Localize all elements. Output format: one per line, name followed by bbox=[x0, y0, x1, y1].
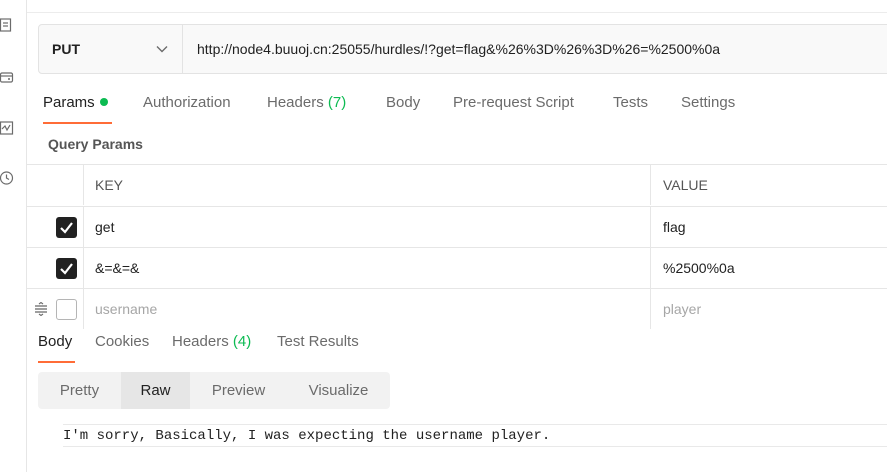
param-key-field[interactable]: &=&=& bbox=[84, 248, 651, 288]
param-key-field[interactable]: get bbox=[84, 207, 651, 247]
view-pretty-button[interactable]: Pretty bbox=[38, 372, 121, 409]
tab-authorization-label: Authorization bbox=[143, 94, 231, 111]
tab-response-headers-label: Headers bbox=[172, 333, 229, 350]
apis-icon[interactable] bbox=[0, 70, 14, 84]
method-select[interactable]: PUT bbox=[39, 25, 183, 73]
row-checkbox[interactable] bbox=[56, 258, 77, 279]
header-select-cell bbox=[27, 165, 84, 205]
tab-headers[interactable]: Headers (7) bbox=[267, 94, 346, 111]
tab-pre-request-script[interactable]: Pre-request Script bbox=[453, 94, 574, 111]
tab-tests-label: Tests bbox=[613, 94, 649, 111]
query-params-title: Query Params bbox=[48, 136, 143, 152]
tab-body[interactable]: Body bbox=[386, 94, 420, 111]
tab-response-headers-count: (4) bbox=[232, 333, 252, 350]
request-url-bar: PUT http://node4.buuoj.cn:25055/hurdles/… bbox=[38, 24, 887, 74]
response-view-mode-selector: Pretty Raw Preview Visualize bbox=[38, 372, 390, 409]
tab-test-results-label: Test Results bbox=[277, 333, 359, 350]
monitors-icon[interactable] bbox=[0, 121, 14, 135]
row-select-cell bbox=[27, 207, 84, 247]
checkmark-icon bbox=[60, 263, 73, 275]
tab-response-headers[interactable]: Headers (4) bbox=[172, 333, 251, 350]
table-header-row: KEY VALUE bbox=[27, 164, 887, 205]
tab-response-body[interactable]: Body bbox=[38, 333, 72, 350]
tab-params[interactable]: Params bbox=[43, 94, 108, 111]
tab-settings[interactable]: Settings bbox=[681, 94, 735, 111]
response-body-text: I'm sorry, Basically, I was expecting th… bbox=[63, 424, 887, 447]
key-column-header: KEY bbox=[84, 165, 651, 205]
left-sidebar bbox=[0, 0, 27, 472]
view-raw-button[interactable]: Raw bbox=[121, 372, 190, 409]
history-icon[interactable] bbox=[0, 171, 14, 185]
tab-headers-count: (7) bbox=[327, 94, 347, 111]
tab-params-label: Params bbox=[43, 94, 95, 111]
params-indicator-dot bbox=[99, 98, 108, 106]
param-key-field[interactable]: username bbox=[84, 289, 651, 329]
param-value-field[interactable]: flag bbox=[651, 207, 887, 247]
tab-headers-label: Headers bbox=[267, 94, 324, 111]
top-divider bbox=[27, 12, 887, 13]
collections-icon[interactable] bbox=[0, 18, 14, 32]
tab-test-results[interactable]: Test Results bbox=[277, 333, 359, 350]
param-value-field[interactable]: %2500%0a bbox=[651, 248, 887, 288]
active-response-tab-underline bbox=[38, 361, 75, 363]
value-column-header: VALUE bbox=[663, 177, 708, 193]
row-select-cell bbox=[27, 248, 84, 288]
param-value-field[interactable]: player bbox=[651, 289, 887, 329]
checkmark-icon bbox=[60, 222, 73, 234]
tab-pre-request-script-label: Pre-request Script bbox=[453, 94, 574, 111]
url-input[interactable]: http://node4.buuoj.cn:25055/hurdles/!?ge… bbox=[183, 25, 720, 73]
tab-body-label: Body bbox=[386, 94, 421, 111]
tab-cookies-label: Cookies bbox=[95, 333, 150, 350]
table-row: &=&=& %2500%0a bbox=[27, 247, 887, 288]
view-visualize-button[interactable]: Visualize bbox=[287, 372, 390, 409]
method-label: PUT bbox=[52, 41, 80, 57]
view-preview-button[interactable]: Preview bbox=[190, 372, 287, 409]
tab-cookies[interactable]: Cookies bbox=[95, 333, 149, 350]
table-row: get flag bbox=[27, 206, 887, 247]
tab-tests[interactable]: Tests bbox=[613, 94, 648, 111]
table-row: username player bbox=[27, 288, 887, 329]
tab-settings-label: Settings bbox=[681, 94, 736, 111]
tab-authorization[interactable]: Authorization bbox=[143, 94, 231, 111]
active-tab-underline bbox=[43, 122, 112, 124]
drag-handle-icon[interactable] bbox=[34, 302, 48, 316]
chevron-down-icon bbox=[156, 46, 168, 53]
row-select-cell bbox=[27, 289, 84, 329]
row-checkbox[interactable] bbox=[56, 217, 77, 238]
tab-response-body-label: Body bbox=[38, 333, 73, 350]
row-checkbox[interactable] bbox=[56, 299, 77, 320]
